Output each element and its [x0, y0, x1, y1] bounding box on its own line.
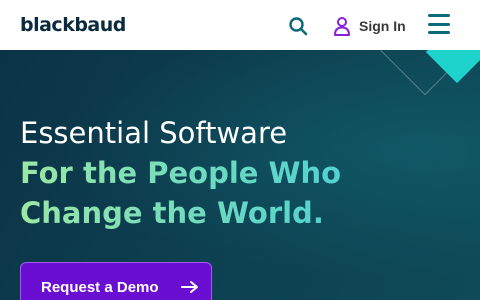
sign-in-link[interactable]: Sign In — [333, 14, 406, 38]
search-button[interactable] — [286, 14, 310, 38]
search-icon — [289, 17, 308, 36]
request-demo-button[interactable]: Request a Demo — [20, 262, 212, 300]
hamburger-menu-icon — [428, 14, 450, 17]
request-demo-label: Request a Demo — [41, 278, 159, 296]
hero-subtitle: For the People Who Change the World. — [20, 153, 470, 233]
user-icon — [334, 17, 350, 36]
hero-section: Essential Software For the People Who Ch… — [0, 50, 480, 300]
arrow-right-icon — [180, 281, 198, 293]
blackbaud-logo[interactable]: blackbaud — [20, 14, 126, 36]
site-header: blackbaud Sign In — [0, 0, 480, 50]
logo-text: blackbaud — [20, 14, 126, 36]
hero-title: Essential Software — [20, 116, 288, 150]
sign-in-label: Sign In — [359, 18, 406, 34]
menu-button[interactable] — [428, 14, 450, 34]
